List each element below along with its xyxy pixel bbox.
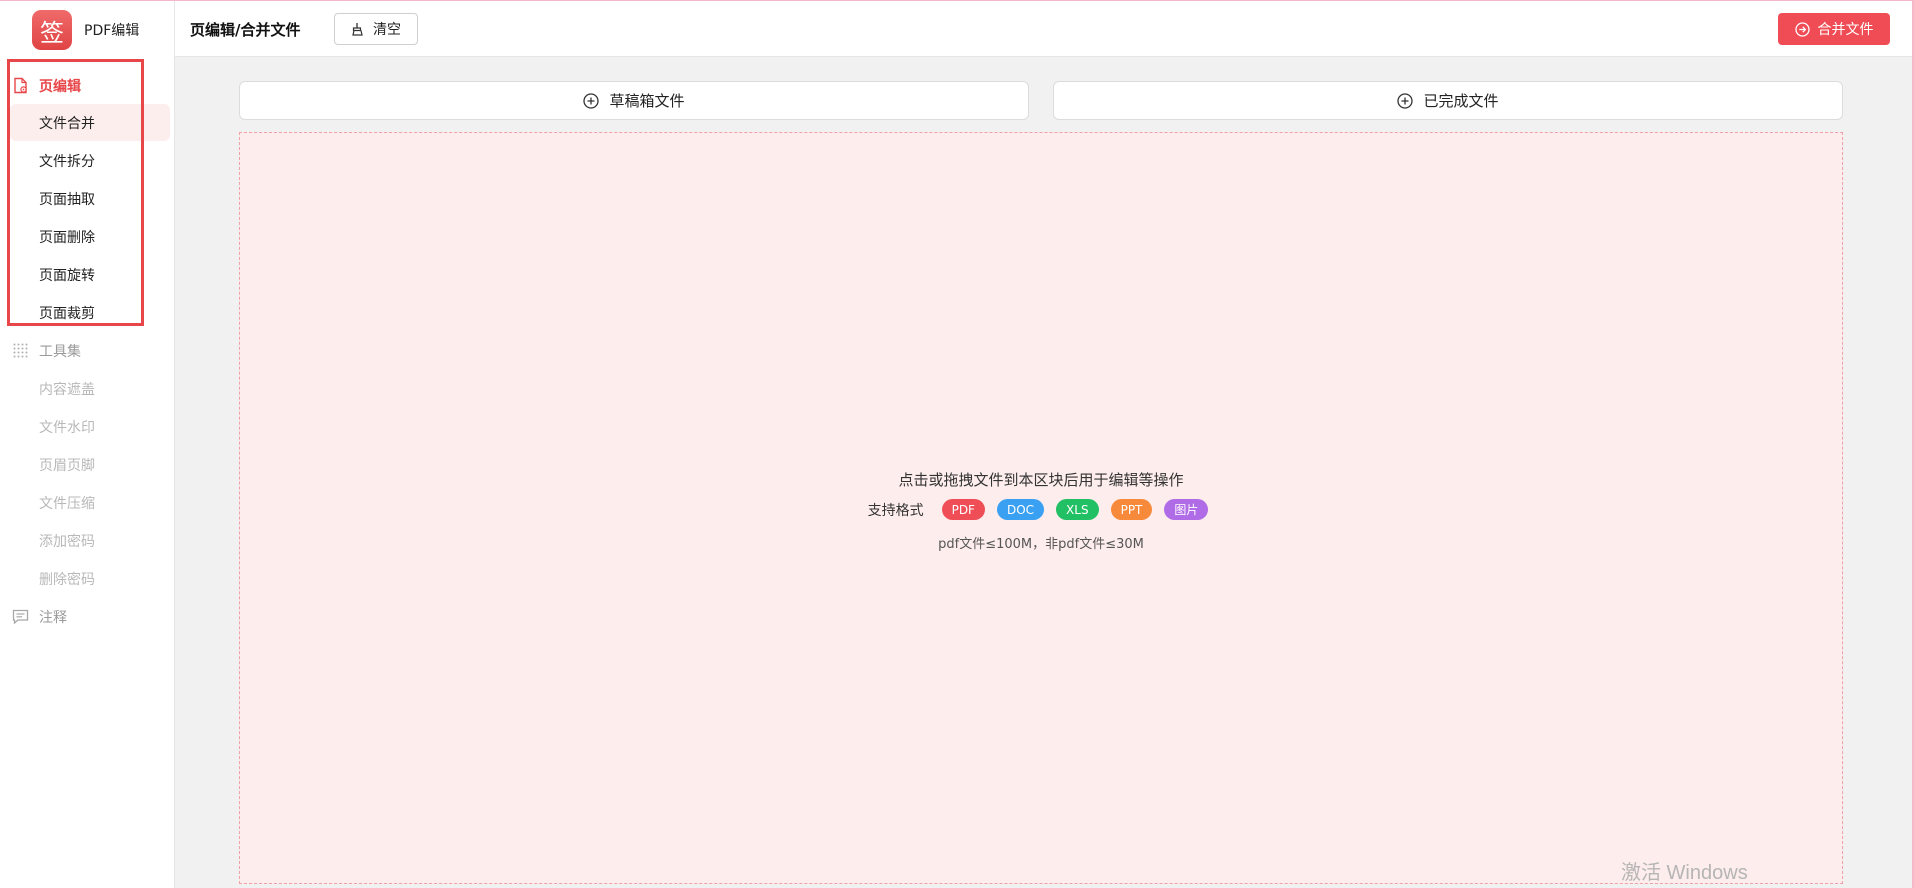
plus-circle-icon [583, 92, 600, 109]
sidebar-item-label: 文件压缩 [39, 496, 95, 512]
plus-circle-icon [1397, 92, 1414, 109]
clear-button[interactable]: 清空 [334, 13, 418, 45]
completed-files-button[interactable]: 已完成文件 [1053, 81, 1843, 120]
page-title: 页编辑/合并文件 [190, 21, 301, 39]
sidebar-item-page-extract[interactable]: 页面抽取 [0, 179, 175, 217]
file-edit-icon [14, 77, 27, 94]
sidebar: 签 PDF编辑 页编辑 文件合并 文件拆分 页面抽取 页面删除 页面旋转 页面裁… [0, 1, 175, 888]
sidebar-item-file-split[interactable]: 文件拆分 [0, 141, 175, 179]
format-badge-ppt: PPT [1110, 499, 1153, 520]
sidebar-item-content-mask[interactable]: 内容遮盖 [0, 369, 175, 407]
sidebar-item-label: 页面抽取 [39, 192, 95, 208]
broom-icon [352, 23, 363, 36]
sidebar-item-label: 页面裁剪 [39, 306, 95, 322]
clear-button-label: 清空 [373, 22, 401, 38]
file-size-limit: pdf文件≤100M，非pdf文件≤30M [938, 537, 1144, 552]
format-badge-doc: DOC [996, 499, 1045, 520]
file-drop-zone[interactable]: 点击或拖拽文件到本区块后用于编辑等操作 支持格式 PDF DOC XLS PPT… [239, 132, 1843, 884]
sidebar-item-file-merge[interactable]: 文件合并 [0, 103, 175, 141]
brand: 签 PDF编辑 [32, 10, 139, 50]
sidebar-group-annotation[interactable]: 注释 [0, 597, 175, 635]
sidebar-group-toolset[interactable]: 工具集 [0, 331, 175, 369]
windows-activation-watermark: 激活 Windows [1621, 862, 1748, 884]
grid-icon [13, 343, 28, 358]
sidebar-group-label: 页编辑 [39, 79, 81, 95]
sidebar-item-label: 删除密码 [39, 572, 95, 588]
completed-files-label: 已完成文件 [1423, 92, 1499, 110]
sidebar-item-label: 页面删除 [39, 230, 95, 246]
sidebar-item-label: 内容遮盖 [39, 382, 95, 398]
sidebar-item-header-footer[interactable]: 页眉页脚 [0, 445, 175, 483]
draft-files-button[interactable]: 草稿箱文件 [239, 81, 1029, 120]
sidebar-item-remove-password[interactable]: 删除密码 [0, 559, 175, 597]
arrow-right-circle-icon [1794, 21, 1810, 37]
drop-zone-prompt: 点击或拖拽文件到本区块后用于编辑等操作 [898, 471, 1184, 489]
supported-formats: 支持格式 PDF DOC XLS PPT 图片 [240, 499, 1842, 520]
sidebar-item-label: 页面旋转 [39, 268, 95, 284]
sidebar-item-label: 添加密码 [39, 534, 95, 550]
sidebar-item-file-compress[interactable]: 文件压缩 [0, 483, 175, 521]
format-badge-image: 图片 [1164, 499, 1209, 520]
sidebar-item-label: 文件水印 [39, 420, 95, 436]
brand-logo: 签 [32, 10, 72, 50]
sidebar-item-file-watermark[interactable]: 文件水印 [0, 407, 175, 445]
sidebar-item-add-password[interactable]: 添加密码 [0, 521, 175, 559]
sidebar-item-label: 页眉页脚 [39, 458, 95, 474]
merge-files-label: 合并文件 [1817, 22, 1874, 38]
sidebar-group-label: 注释 [39, 610, 67, 626]
sidebar-group-page-edit[interactable]: 页编辑 [0, 66, 175, 104]
sidebar-group-label: 工具集 [39, 344, 81, 360]
merge-files-button[interactable]: 合并文件 [1778, 13, 1890, 45]
brand-name: PDF编辑 [84, 23, 140, 39]
format-badge-pdf: PDF [941, 499, 985, 520]
sidebar-item-page-rotate[interactable]: 页面旋转 [0, 255, 175, 293]
sidebar-item-page-crop[interactable]: 页面裁剪 [0, 293, 175, 331]
sidebar-item-label: 文件合并 [39, 116, 95, 132]
sidebar-item-page-delete[interactable]: 页面删除 [0, 217, 175, 255]
formats-label: 支持格式 [867, 502, 924, 519]
format-badge-xls: XLS [1056, 499, 1099, 520]
header: 页编辑/合并文件 清空 合并文件 [175, 1, 1912, 57]
draft-files-label: 草稿箱文件 [609, 92, 685, 110]
sidebar-item-label: 文件拆分 [39, 154, 95, 170]
comment-icon [12, 609, 29, 625]
